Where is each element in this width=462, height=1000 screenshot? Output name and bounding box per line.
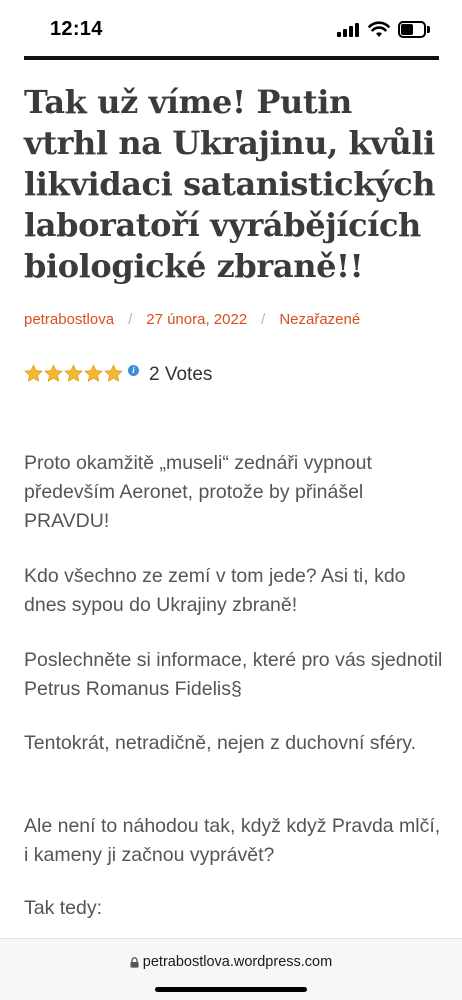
url-display[interactable]: petrabostlova.wordpress.com [0, 954, 462, 970]
post-category-link[interactable]: Nezařazené [279, 311, 360, 328]
article-paragraph: Poslechněte si informace, které pro vás … [24, 649, 443, 700]
status-time: 12:14 [50, 18, 103, 40]
article-paragraph: Ale není to náhodou tak, když když Pravd… [24, 815, 441, 866]
post-rating: i 2 Votes [24, 360, 212, 386]
article-paragraph: Tentokrát, netradičně, nejen z duchovní … [24, 732, 417, 754]
votes-count: 2 Votes [149, 364, 213, 385]
meta-separator: / [128, 311, 133, 328]
signal-bars-icon [337, 23, 359, 37]
meta-separator: / [261, 311, 266, 328]
post-author-link[interactable]: petrabostlova [24, 311, 114, 328]
wifi-icon [368, 21, 390, 37]
status-bar: 12:14 [0, 0, 462, 56]
rating-stars[interactable] [24, 363, 124, 383]
post-title: Tak už víme! Putin vtrhl na Ukrajinu, kv… [24, 83, 436, 285]
header-divider [24, 56, 439, 60]
star-icon[interactable] [24, 363, 43, 383]
home-indicator[interactable] [155, 987, 307, 992]
post-date-link[interactable]: 27 února, 2022 [146, 311, 247, 328]
star-icon[interactable] [64, 363, 83, 383]
star-icon[interactable] [44, 363, 63, 383]
url-text: petrabostlova.wordpress.com [142, 954, 333, 970]
post-meta: petrabostlova / 27 února, 2022 / Nezařaz… [24, 311, 444, 328]
info-icon[interactable]: i [128, 364, 139, 376]
lock-icon [130, 956, 139, 968]
article-paragraph: Kdo všechno ze zemí v tom jede? Asi ti, … [24, 565, 406, 616]
article-paragraph: Proto okamžitě „museli“ zednáři vypnout … [24, 452, 372, 532]
star-icon[interactable] [84, 363, 103, 383]
browser-address-bar[interactable]: petrabostlova.wordpress.com [0, 938, 462, 1000]
battery-icon [398, 21, 430, 38]
article-paragraph: Tak tedy: [24, 897, 103, 919]
star-icon[interactable] [104, 363, 123, 383]
